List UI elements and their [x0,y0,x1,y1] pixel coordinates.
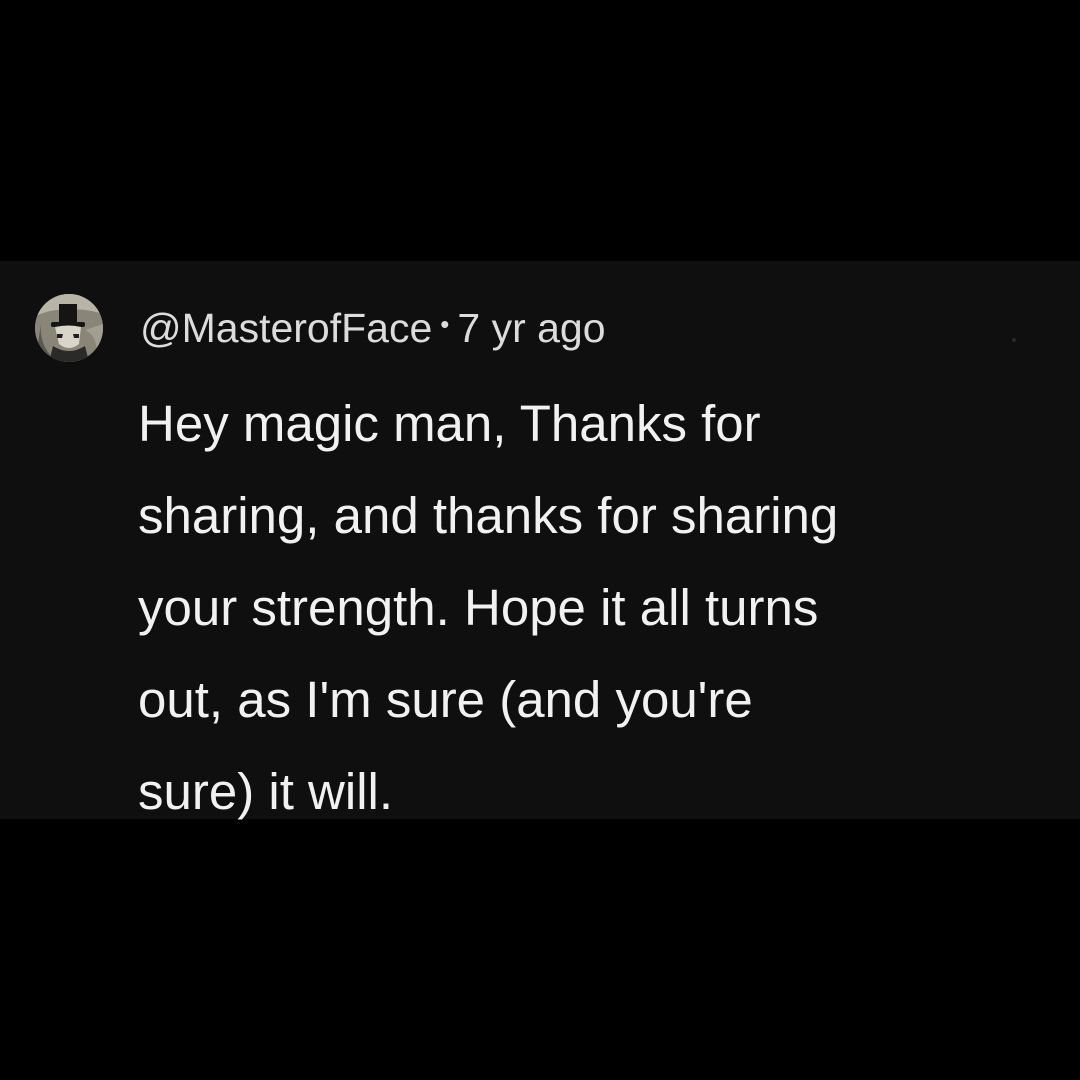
comment-line: your strength. Hope it all turns [138,579,819,636]
comment-meta: @MasterofFace • 7 yr ago [140,300,606,356]
comment-line: sharing, and thanks for sharing [138,487,839,544]
comment-line: out, as I'm sure (and you're [138,671,753,728]
meta-separator: • [440,309,450,339]
comment-timestamp[interactable]: 7 yr ago [457,305,605,352]
top-hat-magician-avatar-icon [35,294,103,362]
comment-text: Hey magic man, Thanks for sharing, and t… [138,378,1038,838]
more-options-icon[interactable] [1012,338,1016,342]
user-avatar[interactable] [35,294,103,362]
comment-line: sure) it will. [138,763,394,820]
author-handle[interactable]: @MasterofFace [140,305,432,352]
screenshot-frame: @MasterofFace • 7 yr ago Hey magic man, … [0,0,1080,1080]
comment-line: Hey magic man, Thanks for [138,395,761,452]
